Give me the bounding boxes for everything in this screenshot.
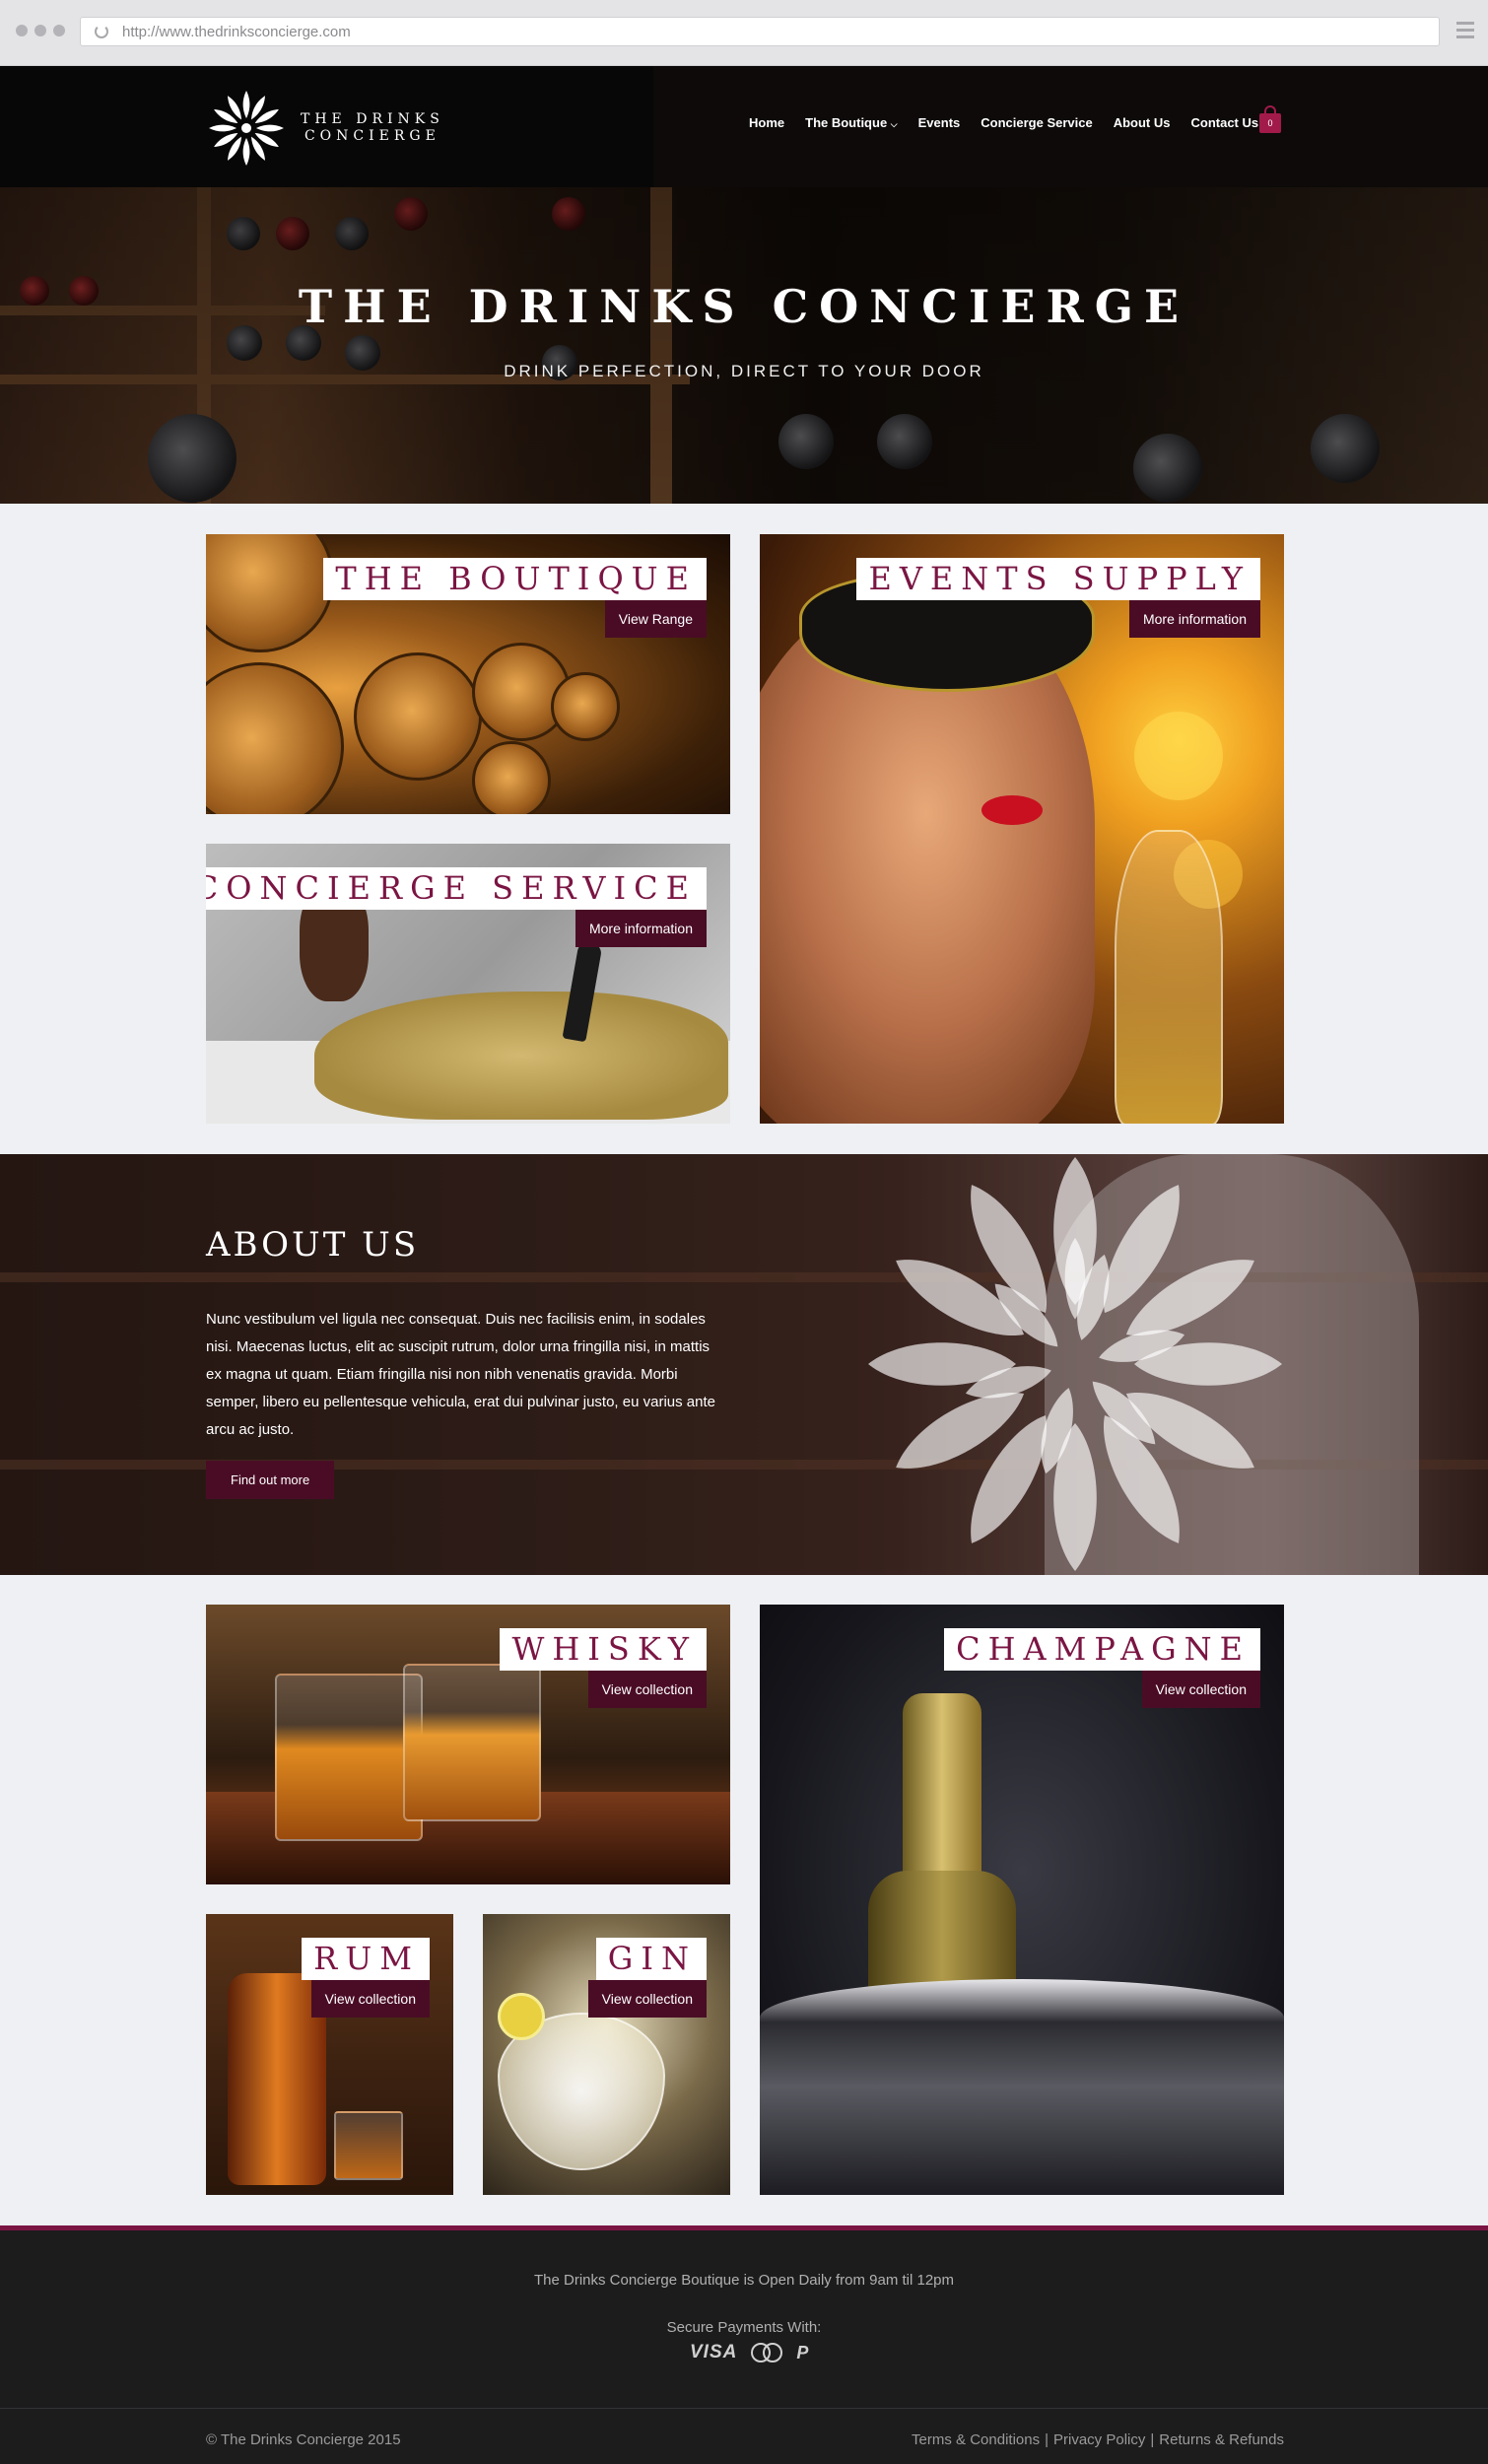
about-title: ABOUT US (206, 1225, 420, 1265)
tile-rum[interactable]: RUM View collection (206, 1914, 453, 2195)
window-dot[interactable] (53, 25, 65, 36)
main-nav: Home The Boutique ⌵ Events Concierge Ser… (749, 115, 1258, 130)
events-more-info-button[interactable]: More information (1128, 600, 1260, 638)
opening-hours: The Drinks Concierge Boutique is Open Da… (533, 2272, 954, 2289)
hero-banner: THE DRINKS CONCIERGE DRINK PERFECTION, D… (0, 187, 1488, 504)
chevron-down-icon: ⌵ (890, 119, 898, 129)
terms-link[interactable]: Terms & Conditions (912, 2431, 1040, 2448)
address-bar[interactable]: http://www.thedrinksconcierge.com (80, 17, 1440, 46)
hero-overlay (0, 187, 1488, 504)
barrel-image (354, 652, 482, 781)
about-section: ABOUT US Nunc vestibulum vel ligula nec … (0, 1154, 1488, 1575)
logo-text: THE DRINKS CONCIERGE (301, 111, 444, 145)
tile-whisky[interactable]: WHISKY View collection (206, 1605, 730, 1884)
window-controls (16, 25, 65, 36)
site-header: THE DRINKS CONCIERGE Home The Boutique ⌵… (0, 66, 1488, 187)
link-separator: | (1045, 2431, 1048, 2448)
logo-line: THE DRINKS (301, 111, 444, 127)
champagne-bottle-neck (903, 1693, 981, 1890)
mastercard-icon (751, 2343, 783, 2362)
cart-count: 0 (1267, 118, 1273, 128)
logo-line: CONCIERGE (304, 128, 440, 144)
whisky-glass-image (403, 1664, 541, 1821)
tile-events-supply[interactable]: EVENTS SUPPLY More information (760, 534, 1284, 1124)
bokeh-light (1134, 712, 1223, 800)
barrel-image (551, 672, 620, 741)
window-dot[interactable] (34, 25, 46, 36)
window-dot[interactable] (16, 25, 28, 36)
champagne-view-collection-button[interactable]: View collection (1141, 1671, 1260, 1708)
url-text[interactable]: http://www.thedrinksconcierge.com (122, 24, 351, 40)
concierge-more-info-button[interactable]: More information (575, 910, 707, 947)
barrel-image (472, 741, 551, 814)
reload-icon[interactable] (95, 25, 108, 38)
tile-title: RUM (302, 1938, 430, 1980)
privacy-link[interactable]: Privacy Policy (1053, 2431, 1145, 2448)
nav-item-about-us[interactable]: About Us (1114, 115, 1171, 130)
rum-view-collection-button[interactable]: View collection (310, 1980, 430, 2018)
link-separator: | (1150, 2431, 1155, 2448)
tile-boutique[interactable]: THE BOUTIQUE View Range (206, 534, 730, 814)
tile-concierge-service[interactable]: CONCIERGE SERVICE More information (206, 844, 730, 1124)
tile-title: WHISKY (500, 1628, 707, 1671)
footer-divider (0, 2408, 1488, 2409)
browser-chrome: http://www.thedrinksconcierge.com (0, 0, 1488, 66)
starburst-watermark-icon (868, 1157, 1282, 1571)
view-range-button[interactable]: View Range (604, 600, 707, 638)
site-logo[interactable]: THE DRINKS CONCIERGE (206, 88, 444, 169)
visa-icon: VISA (690, 2342, 738, 2362)
site-footer: The Drinks Concierge Boutique is Open Da… (0, 2230, 1488, 2464)
returns-link[interactable]: Returns & Refunds (1159, 2431, 1284, 2448)
gin-view-collection-button[interactable]: View collection (587, 1980, 707, 2018)
barrel-image (206, 534, 334, 652)
footer-links: Terms & Conditions | Privacy Policy | Re… (912, 2431, 1284, 2448)
nav-item-label: The Boutique (805, 115, 888, 130)
tile-title: CONCIERGE SERVICE (206, 867, 707, 910)
nav-item-boutique[interactable]: The Boutique ⌵ (805, 115, 898, 130)
tile-title: GIN (595, 1938, 707, 1980)
whisky-view-collection-button[interactable]: View collection (587, 1671, 707, 1708)
hero-subtitle: DRINK PERFECTION, DIRECT TO YOUR DOOR (504, 362, 984, 380)
about-body: Nunc vestibulum vel ligula nec consequat… (206, 1311, 715, 1438)
rum-glass-image (334, 2111, 403, 2180)
shopping-bag-icon[interactable]: 0 (1259, 105, 1281, 133)
woman-gown-image (314, 992, 728, 1120)
champagne-glass-image (1115, 830, 1223, 1124)
hero-title: THE DRINKS CONCIERGE (298, 280, 1190, 333)
whisky-glass-image (275, 1674, 423, 1841)
tile-title: EVENTS SUPPLY (856, 558, 1260, 600)
lemon-slice-image (498, 1993, 545, 2040)
tile-gin[interactable]: GIN View collection (483, 1914, 730, 2195)
copyright: © The Drinks Concierge 2015 (206, 2431, 401, 2448)
payment-icons: VISA P (690, 2342, 808, 2363)
starburst-logo-icon (209, 91, 284, 166)
tile-champagne[interactable]: CHAMPAGNE View collection (760, 1605, 1284, 2195)
nav-item-events[interactable]: Events (918, 115, 961, 130)
barrel-image (206, 662, 344, 814)
browser-menu-icon[interactable] (1456, 22, 1474, 42)
lips-image (981, 795, 1043, 825)
nav-item-home[interactable]: Home (749, 115, 784, 130)
tile-title: CHAMPAGNE (944, 1628, 1260, 1671)
nav-item-concierge-service[interactable]: Concierge Service (981, 115, 1092, 130)
nav-item-contact-us[interactable]: Contact Us (1191, 115, 1259, 130)
tile-title: THE BOUTIQUE (323, 558, 707, 600)
ice-bucket-image (760, 1979, 1284, 2195)
paypal-icon: P (796, 2342, 809, 2362)
payments-label: Secure Payments With: (666, 2319, 822, 2336)
find-out-more-button[interactable]: Find out more (206, 1461, 335, 1499)
